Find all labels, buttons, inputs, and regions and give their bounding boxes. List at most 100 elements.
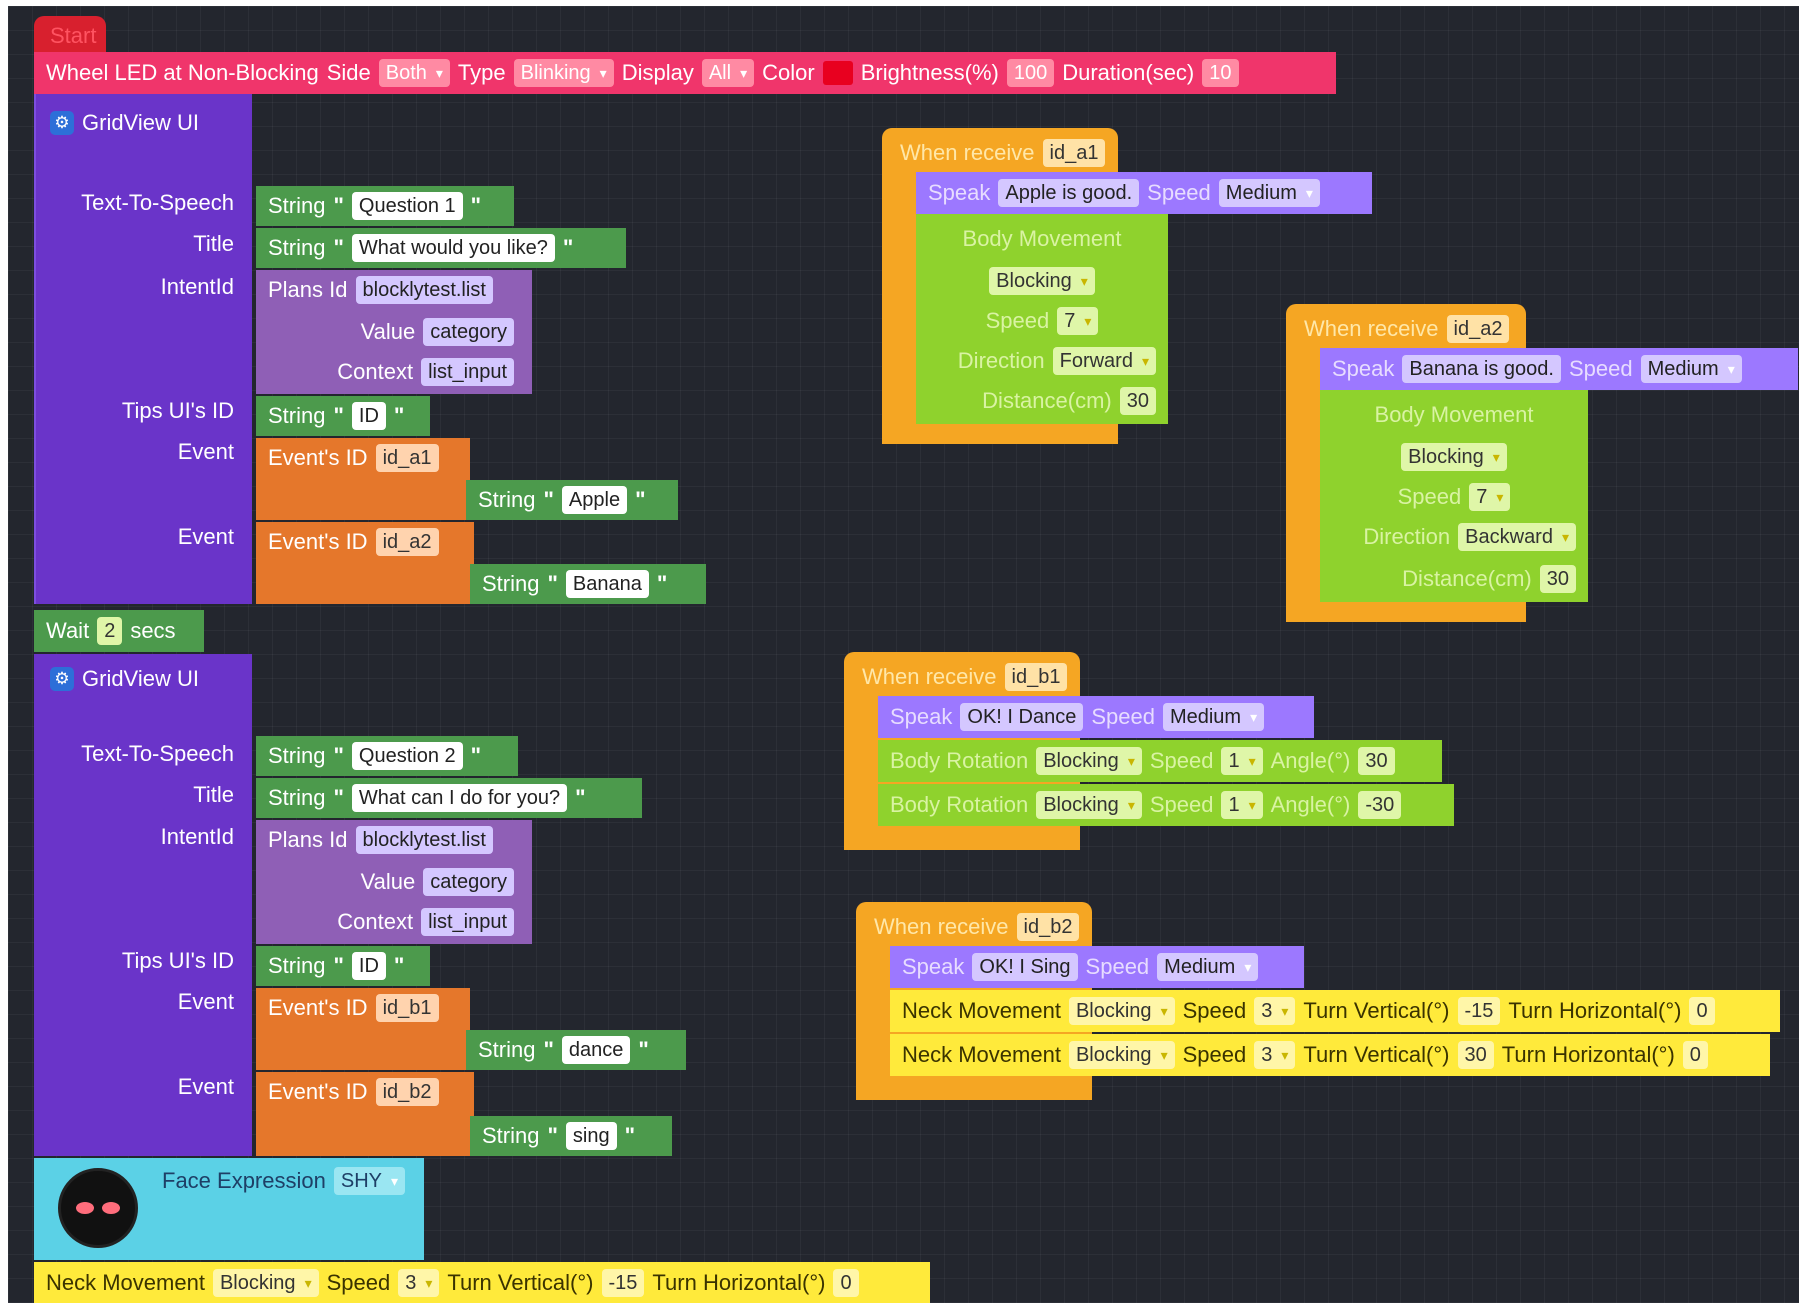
- event-string-field[interactable]: Banana: [565, 570, 649, 598]
- type-dropdown[interactable]: Blinking: [513, 59, 614, 87]
- angle-field[interactable]: 30: [1358, 747, 1395, 775]
- neck-speed-dropdown[interactable]: 3: [1254, 997, 1296, 1025]
- event-label: Event: [177, 1074, 234, 1099]
- neck-speed-dropdown[interactable]: 3: [1254, 1041, 1296, 1069]
- value-field[interactable]: category: [423, 868, 514, 896]
- neck-mode-dropdown[interactable]: Blocking: [212, 1269, 319, 1297]
- speak-speed-dropdown[interactable]: Medium: [1157, 953, 1259, 981]
- quote-mark: ": [638, 1037, 649, 1062]
- neck-mode-dropdown[interactable]: Blocking: [1068, 1041, 1175, 1069]
- display-dropdown[interactable]: All: [701, 59, 755, 87]
- brightness-field[interactable]: 100: [1006, 59, 1055, 87]
- body-speed-dropdown[interactable]: 7: [1057, 307, 1099, 335]
- distance-field[interactable]: 30: [1539, 565, 1576, 593]
- context-label: Context: [337, 359, 414, 384]
- value-label: Value: [360, 319, 416, 344]
- quote-mark: ": [547, 571, 558, 596]
- duration-field[interactable]: 10: [1202, 59, 1239, 87]
- speak-speed-dropdown[interactable]: Medium: [1162, 703, 1265, 731]
- tts-text-field[interactable]: Question 2: [351, 742, 463, 770]
- string-label: String: [268, 743, 326, 768]
- rotation-speed-dropdown[interactable]: 1: [1221, 791, 1263, 819]
- angle-label: Angle(°): [1270, 792, 1351, 817]
- speak-speed-dropdown[interactable]: Medium: [1218, 179, 1320, 207]
- receive-id-field[interactable]: id_b1: [1004, 663, 1068, 691]
- context-field[interactable]: list_input: [421, 358, 514, 386]
- tts-text-field[interactable]: Question 1: [351, 192, 463, 220]
- direction-dropdown[interactable]: Backward: [1458, 523, 1576, 551]
- speak-text-field[interactable]: OK! I Dance: [960, 703, 1084, 731]
- secs-label: secs: [130, 618, 176, 643]
- face-expression-label: Face Expression: [162, 1168, 326, 1193]
- plans-id-field[interactable]: blocklytest.list: [355, 826, 493, 854]
- wait-secs-field[interactable]: 2: [97, 617, 123, 645]
- turn-horizontal-field[interactable]: 0: [833, 1269, 859, 1297]
- body-mode-dropdown[interactable]: Blocking: [989, 267, 1095, 295]
- body-rotation-label: Body Rotation: [890, 748, 1029, 773]
- speak-speed-dropdown[interactable]: Medium: [1640, 355, 1742, 383]
- angle-field[interactable]: -30: [1358, 791, 1402, 819]
- body-mode-dropdown[interactable]: Blocking: [1401, 443, 1507, 471]
- distance-label: Distance(cm): [982, 388, 1112, 413]
- quote-mark: ": [333, 403, 344, 428]
- speak-text-field[interactable]: OK! I Sing: [972, 953, 1078, 981]
- receive-id-field[interactable]: id_b2: [1016, 913, 1080, 941]
- event-id-field[interactable]: id_a2: [375, 528, 439, 556]
- tips-id-field[interactable]: ID: [351, 952, 386, 980]
- turn-vertical-field[interactable]: -15: [601, 1269, 645, 1297]
- receive-id-field[interactable]: id_a1: [1042, 139, 1106, 167]
- events-id-label: Event's ID: [268, 995, 368, 1020]
- face-expression-dropdown[interactable]: SHY: [333, 1167, 406, 1195]
- display-label: Display: [621, 60, 694, 85]
- tips-id-field[interactable]: ID: [351, 402, 386, 430]
- turn-horizontal-field[interactable]: 0: [1682, 1041, 1708, 1069]
- speak-text-field[interactable]: Apple is good.: [998, 179, 1140, 207]
- color-label: Color: [762, 60, 815, 85]
- rotation-mode-dropdown[interactable]: Blocking: [1036, 747, 1142, 775]
- title-label: Title: [193, 231, 234, 256]
- gear-icon[interactable]: ⚙: [50, 667, 74, 691]
- context-label: Context: [337, 909, 414, 934]
- neck-speed-dropdown[interactable]: 3: [398, 1269, 440, 1297]
- wait-label: Wait: [46, 618, 90, 643]
- event-id-field[interactable]: id_b2: [375, 1078, 439, 1106]
- event-id-field[interactable]: id_a1: [375, 444, 439, 472]
- value-field[interactable]: category: [423, 318, 514, 346]
- speak-label: Speak: [1332, 356, 1395, 381]
- neck-mode-dropdown[interactable]: Blocking: [1068, 997, 1175, 1025]
- blockly-workspace[interactable]: Start Wheel LED at Non-Blocking Side Bot…: [8, 6, 1799, 1303]
- neck-movement-label: Neck Movement: [46, 1270, 205, 1295]
- plans-id-field[interactable]: blocklytest.list: [355, 276, 493, 304]
- distance-field[interactable]: 30: [1119, 387, 1156, 415]
- rotation-speed-dropdown[interactable]: 1: [1221, 747, 1263, 775]
- type-label: Type: [457, 60, 506, 85]
- turn-vertical-field[interactable]: -15: [1457, 997, 1501, 1025]
- title-text-field[interactable]: What would you like?: [351, 234, 555, 262]
- quote-mark: ": [393, 403, 405, 428]
- turn-vertical-field[interactable]: 30: [1457, 1041, 1494, 1069]
- receive-id-field[interactable]: id_a2: [1446, 315, 1510, 343]
- rotation-mode-dropdown[interactable]: Blocking: [1036, 791, 1142, 819]
- event-string-field[interactable]: dance: [561, 1036, 631, 1064]
- side-dropdown[interactable]: Both: [378, 59, 450, 87]
- body-rotation-label: Body Rotation: [890, 792, 1029, 817]
- context-field[interactable]: list_input: [421, 908, 514, 936]
- event-string-field[interactable]: Apple: [561, 486, 628, 514]
- speed-label: Speed: [1182, 998, 1247, 1023]
- event-id-field[interactable]: id_b1: [375, 994, 439, 1022]
- title-label: Title: [193, 782, 234, 807]
- event-label: Event: [177, 524, 234, 549]
- color-swatch[interactable]: [822, 61, 853, 85]
- speed-label: Speed: [1149, 792, 1214, 817]
- quote-mark: ": [575, 785, 586, 810]
- turn-vertical-label: Turn Vertical(°): [1303, 1042, 1450, 1067]
- title-text-field[interactable]: What can I do for you?: [351, 784, 568, 812]
- body-speed-dropdown[interactable]: 7: [1469, 483, 1511, 511]
- turn-horizontal-field[interactable]: 0: [1689, 997, 1715, 1025]
- body-movement-label: Body Movement: [962, 226, 1122, 251]
- speak-text-field[interactable]: Banana is good.: [1402, 355, 1561, 383]
- event-string-field[interactable]: sing: [565, 1122, 617, 1150]
- direction-dropdown[interactable]: Forward: [1052, 347, 1156, 375]
- neck-movement-label: Neck Movement: [902, 998, 1061, 1023]
- gear-icon[interactable]: ⚙: [50, 111, 74, 135]
